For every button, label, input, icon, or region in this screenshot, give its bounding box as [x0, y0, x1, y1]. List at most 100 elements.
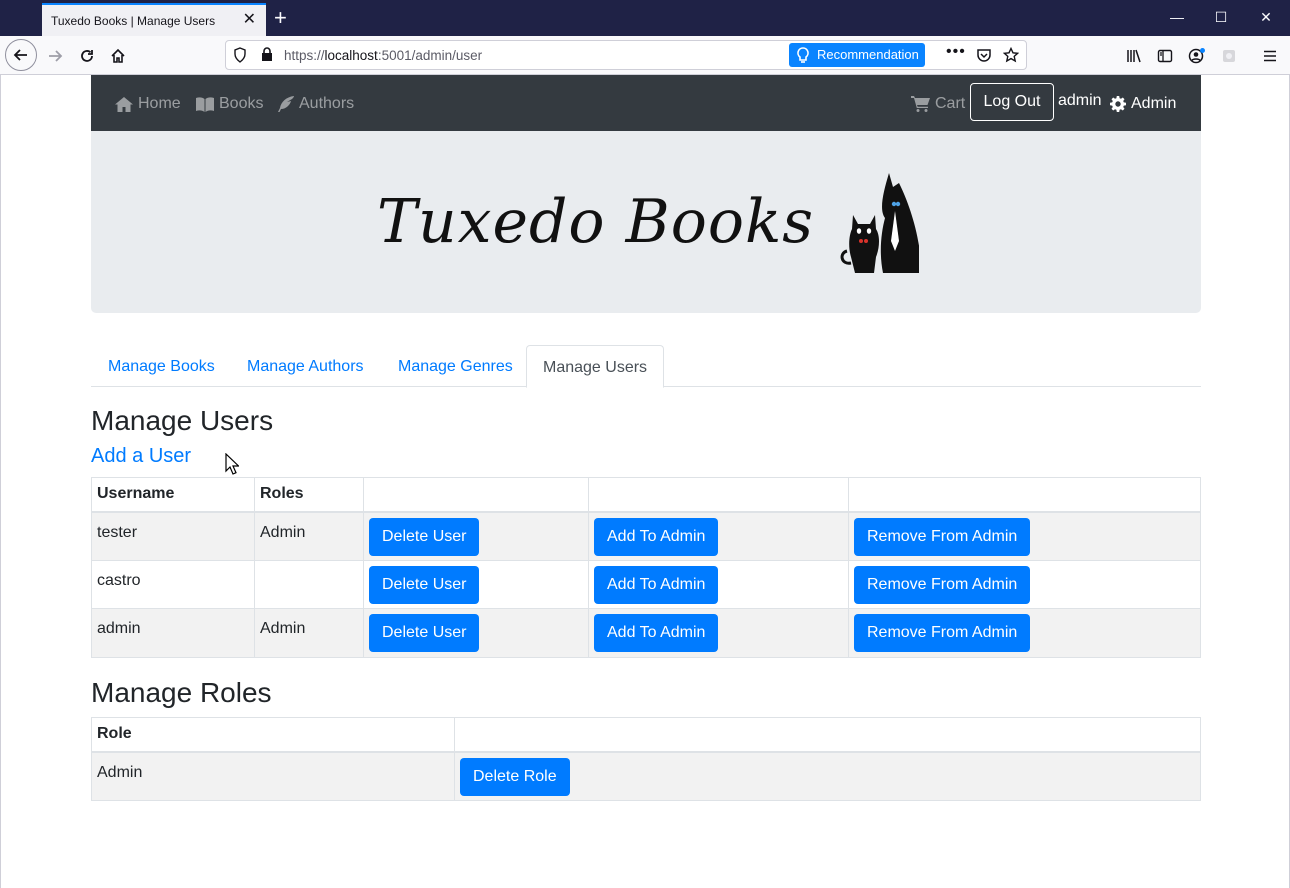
extension-button[interactable] — [1214, 41, 1244, 71]
nav-admin-label: Admin — [1131, 95, 1177, 112]
remove-from-admin-button[interactable]: Remove From Admin — [854, 566, 1031, 604]
extension-icon — [1223, 50, 1235, 62]
nav-cart-label: Cart — [935, 95, 966, 112]
users-table-header: Username Roles — [91, 477, 1201, 513]
lightbulb-icon — [797, 47, 809, 63]
roles-cell: Admin — [254, 511, 364, 561]
bookmark-star-icon[interactable] — [1002, 46, 1020, 68]
feather-icon — [278, 96, 294, 112]
home-button[interactable] — [103, 41, 133, 71]
users-table: Username Roles tester Admin Delete User … — [91, 477, 1201, 658]
manage-roles-heading: Manage Roles — [91, 677, 272, 708]
lock-icon[interactable] — [261, 47, 273, 67]
new-tab-icon[interactable]: + — [274, 7, 287, 29]
home-icon — [111, 48, 125, 63]
arrow-left-icon — [13, 49, 27, 61]
nav-authors-label: Authors — [299, 95, 355, 112]
menu-button[interactable] — [1255, 41, 1285, 71]
nav-admin-link[interactable]: Admin — [1110, 95, 1176, 113]
library-button[interactable] — [1119, 41, 1149, 71]
remove-from-admin-button[interactable]: Remove From Admin — [854, 517, 1031, 556]
open-book-icon — [196, 96, 214, 112]
add-to-admin-button[interactable]: Add To Admin — [594, 517, 719, 556]
nav-books-label: Books — [219, 95, 264, 112]
column-header-username: Username — [91, 477, 255, 513]
forward-button[interactable] — [40, 41, 70, 71]
minimize-icon[interactable]: — — [1165, 9, 1189, 25]
tab-manage-users[interactable]: Manage Users — [526, 345, 665, 388]
close-tab-icon[interactable]: ✕ — [243, 12, 256, 28]
delete-role-button[interactable]: Delete Role — [460, 757, 570, 796]
username-cell: castro — [91, 560, 255, 609]
delete-user-button[interactable]: Delete User — [369, 566, 480, 604]
sidebar-icon — [1157, 49, 1173, 63]
table-row: tester Admin Delete User Add To Admin Re… — [91, 511, 1201, 561]
nav-home-link[interactable]: Home — [115, 95, 181, 113]
shield-icon[interactable] — [233, 47, 247, 68]
tab-manage-authors[interactable]: Manage Authors — [231, 345, 380, 387]
browser-toolbar: https://localhost:5001/admin/user Recomm… — [0, 36, 1290, 75]
reload-button[interactable] — [72, 41, 102, 71]
tab-manage-books[interactable]: Manage Books — [92, 345, 231, 387]
page-viewport: Home Books Authors Cart Log Out admin Ad… — [0, 75, 1290, 888]
sidebar-button[interactable] — [1150, 41, 1180, 71]
url-text: https://localhost:5001/admin/user — [284, 48, 483, 63]
column-header-empty — [454, 717, 1201, 753]
roles-cell: Admin — [254, 608, 364, 658]
back-button[interactable] — [5, 39, 37, 71]
nav-cart-link[interactable]: Cart — [911, 95, 965, 113]
roles-table: Role Admin Delete Role — [91, 717, 1201, 801]
account-button[interactable] — [1182, 41, 1212, 71]
column-header-roles: Roles — [254, 477, 364, 513]
tuxedo-cats-logo — [840, 173, 919, 273]
page-actions-icon[interactable]: ••• — [946, 43, 966, 61]
account-icon — [1188, 48, 1205, 64]
add-to-admin-button[interactable]: Add To Admin — [594, 566, 719, 604]
arrow-right-icon — [49, 50, 63, 62]
roles-table-header: Role — [91, 717, 1201, 753]
column-header-empty — [588, 477, 849, 513]
browser-titlebar: Tuxedo Books | Manage Users ✕ + — ☐ ✕ — [0, 0, 1290, 37]
library-icon — [1127, 49, 1141, 63]
gear-icon — [1110, 96, 1126, 112]
column-header-empty — [848, 477, 1201, 513]
table-row: castro Delete User Add To Admin Remove F… — [91, 560, 1201, 609]
brand-logo-text: Tuxedo Books — [377, 187, 815, 257]
reload-icon — [81, 50, 93, 62]
nav-books-link[interactable]: Books — [196, 95, 263, 113]
site-navbar: Home Books Authors Cart Log Out admin Ad… — [91, 75, 1201, 131]
add-user-link[interactable]: Add a User — [91, 445, 191, 468]
roles-cell — [254, 560, 364, 609]
remove-from-admin-button[interactable]: Remove From Admin — [854, 614, 1031, 652]
username-cell: tester — [91, 511, 255, 561]
delete-user-button[interactable]: Delete User — [369, 517, 480, 556]
site-banner: Tuxedo Books — [91, 131, 1201, 313]
tab-manage-genres[interactable]: Manage Genres — [382, 345, 529, 387]
close-window-icon[interactable]: ✕ — [1254, 9, 1278, 26]
column-header-empty — [363, 477, 589, 513]
logout-button[interactable]: Log Out — [970, 83, 1054, 121]
pocket-icon[interactable] — [976, 47, 992, 68]
cart-icon — [911, 96, 930, 112]
browser-tab[interactable]: Tuxedo Books | Manage Users ✕ — [42, 3, 266, 37]
add-to-admin-button[interactable]: Add To Admin — [594, 614, 719, 652]
delete-user-button[interactable]: Delete User — [369, 614, 480, 652]
address-bar[interactable]: https://localhost:5001/admin/user Recomm… — [225, 40, 1027, 70]
recommendation-label: Recommendation — [817, 47, 919, 62]
home-icon — [115, 96, 133, 112]
current-username: admin — [1058, 92, 1102, 109]
admin-tabs: Manage Books Manage Authors Manage Genre… — [91, 345, 1201, 388]
browser-tab-title: Tuxedo Books | Manage Users — [51, 14, 216, 28]
hamburger-menu-icon — [1264, 50, 1276, 62]
recommendation-button[interactable]: Recommendation — [789, 43, 925, 67]
nav-home-label: Home — [138, 95, 181, 112]
role-cell: Admin — [91, 751, 455, 801]
username-cell: admin — [91, 608, 255, 658]
nav-authors-link[interactable]: Authors — [278, 95, 354, 113]
maximize-icon[interactable]: ☐ — [1209, 9, 1233, 26]
column-header-role: Role — [91, 717, 455, 753]
mouse-cursor-icon — [225, 453, 239, 475]
manage-users-heading: Manage Users — [91, 405, 274, 436]
table-row: Admin Delete Role — [91, 751, 1201, 801]
table-row: admin Admin Delete User Add To Admin Rem… — [91, 608, 1201, 658]
